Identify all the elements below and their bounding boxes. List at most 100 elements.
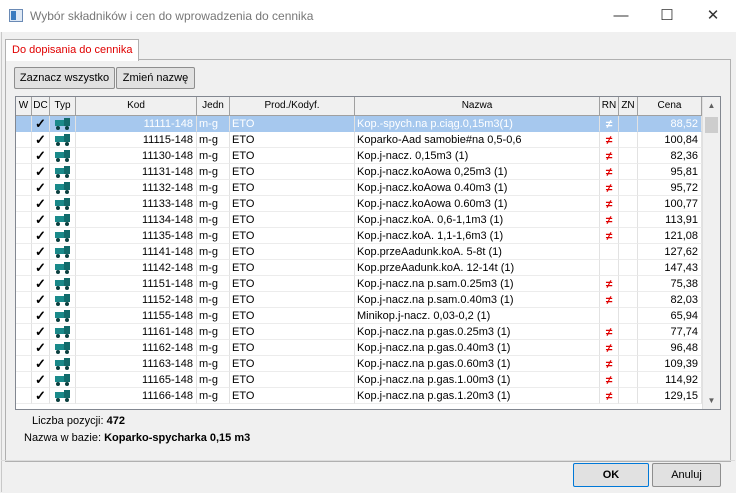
table-row[interactable]: ✓ 11111-148 m-g ETO Kop.-spych.na p.ciąg.0,1… — [16, 116, 702, 132]
cell-name: Kop.j-nacz. 0,15m3 (1) — [355, 148, 600, 164]
scroll-up-icon[interactable]: ▲ — [703, 97, 720, 114]
cell-unit: m-g — [197, 196, 230, 212]
col-header-kod[interactable]: Kod — [76, 97, 197, 115]
check-icon[interactable]: ✓ — [32, 244, 50, 260]
check-icon[interactable]: ✓ — [32, 180, 50, 196]
table-row[interactable]: ✓ 11166-148 m-g ETO Kop.j-nacz.na p.gas.1.20… — [16, 388, 702, 404]
cell-price: 121,08 — [638, 228, 702, 244]
table-row[interactable]: ✓ 11142-148 m-g ETO Kop.przeAadunk.koA. 12-1… — [16, 260, 702, 276]
check-icon[interactable]: ✓ — [32, 356, 50, 372]
table-row[interactable]: ✓ 11134-148 m-g ETO Kop.j-nacz.koA. 0,6-1,1m… — [16, 212, 702, 228]
scroll-thumb[interactable] — [705, 117, 718, 133]
col-header-prod[interactable]: Prod./Kodyf. — [230, 97, 355, 115]
maximize-button[interactable]: ☐ — [644, 0, 690, 32]
truck-icon — [50, 388, 76, 404]
table-row[interactable]: ✓ 11161-148 m-g ETO Kop.j-nacz.na p.gas.0.25… — [16, 324, 702, 340]
cell-w — [16, 244, 32, 260]
cell-code: 11135-148 — [76, 228, 197, 244]
check-icon[interactable]: ✓ — [32, 228, 50, 244]
vertical-scrollbar[interactable]: ▲ ▼ — [702, 97, 720, 409]
cell-w — [16, 356, 32, 372]
select-all-button[interactable]: Zaznacz wszystko — [14, 67, 115, 89]
scroll-down-icon[interactable]: ▼ — [703, 392, 720, 409]
truck-icon — [50, 164, 76, 180]
cell-rn — [600, 244, 619, 260]
cell-zn — [619, 180, 638, 196]
check-icon[interactable]: ✓ — [32, 372, 50, 388]
col-header-w[interactable]: W — [16, 97, 32, 115]
cancel-button[interactable]: Anuluj — [652, 463, 721, 487]
minimize-button[interactable]: — — [598, 0, 644, 32]
cell-price: 114,92 — [638, 372, 702, 388]
table-row[interactable]: ✓ 11151-148 m-g ETO Kop.j-nacz.na p.sam.0.25… — [16, 276, 702, 292]
cell-prod: ETO — [230, 244, 355, 260]
table-row[interactable]: ✓ 11141-148 m-g ETO Kop.przeAadunk.koA. 5-8t… — [16, 244, 702, 260]
cell-prod: ETO — [230, 292, 355, 308]
truck-icon — [50, 324, 76, 340]
table-row[interactable]: ✓ 11133-148 m-g ETO Kop.j-nacz.koAowa 0.60m3… — [16, 196, 702, 212]
cell-prod: ETO — [230, 372, 355, 388]
check-icon[interactable]: ✓ — [32, 388, 50, 404]
table-row[interactable]: ✓ 11135-148 m-g ETO Kop.j-nacz.koA. 1,1-1,6m… — [16, 228, 702, 244]
window-title: Wybór składników i cen do wprowadzenia d… — [30, 9, 314, 23]
check-icon[interactable]: ✓ — [32, 148, 50, 164]
cell-unit: m-g — [197, 228, 230, 244]
cell-unit: m-g — [197, 148, 230, 164]
table-row[interactable]: ✓ 11130-148 m-g ETO Kop.j-nacz. 0,15m3 (1) ≠ 8… — [16, 148, 702, 164]
table-row[interactable]: ✓ 11163-148 m-g ETO Kop.j-nacz.na p.gas.0.60… — [16, 356, 702, 372]
check-icon[interactable]: ✓ — [32, 164, 50, 180]
col-header-rn[interactable]: RN — [600, 97, 619, 115]
table-row[interactable]: ✓ 11165-148 m-g ETO Kop.j-nacz.na p.gas.1.00… — [16, 372, 702, 388]
col-header-typ[interactable]: Typ — [50, 97, 76, 115]
check-icon[interactable]: ✓ — [32, 212, 50, 228]
cell-w — [16, 292, 32, 308]
check-icon[interactable]: ✓ — [32, 308, 50, 324]
check-icon[interactable]: ✓ — [32, 132, 50, 148]
check-icon[interactable]: ✓ — [32, 276, 50, 292]
check-icon[interactable]: ✓ — [32, 324, 50, 340]
cell-unit: m-g — [197, 340, 230, 356]
ok-button[interactable]: OK — [573, 463, 649, 487]
cell-w — [16, 340, 32, 356]
check-icon[interactable]: ✓ — [32, 340, 50, 356]
cell-rn: ≠ — [600, 196, 619, 212]
check-icon[interactable]: ✓ — [32, 260, 50, 276]
cell-price: 100,77 — [638, 196, 702, 212]
col-header-zn[interactable]: ZN — [619, 97, 638, 115]
table-row[interactable]: ✓ 11131-148 m-g ETO Kop.j-nacz.koAowa 0,25m3… — [16, 164, 702, 180]
items-grid[interactable]: W DC Typ Kod Jedn Prod./Kodyf. Nazwa RN … — [15, 96, 721, 410]
cell-code: 11152-148 — [76, 292, 197, 308]
truck-icon — [50, 228, 76, 244]
cell-price: 82,36 — [638, 148, 702, 164]
name-value: Koparko-spycharka 0,15 m3 — [104, 432, 251, 444]
close-button[interactable]: ✕ — [690, 0, 736, 32]
check-icon[interactable]: ✓ — [32, 196, 50, 212]
table-row[interactable]: ✓ 11162-148 m-g ETO Kop.j-nacz.na p.gas.0.40… — [16, 340, 702, 356]
col-header-jedn[interactable]: Jedn — [197, 97, 230, 115]
cell-code: 11132-148 — [76, 180, 197, 196]
cell-code: 11162-148 — [76, 340, 197, 356]
cell-zn — [619, 340, 638, 356]
table-row[interactable]: ✓ 11115-148 m-g ETO Koparko-Aad samobie#na 0… — [16, 132, 702, 148]
check-icon[interactable]: ✓ — [32, 116, 50, 132]
cell-prod: ETO — [230, 260, 355, 276]
check-icon[interactable]: ✓ — [32, 292, 50, 308]
table-row[interactable]: ✓ 11132-148 m-g ETO Kop.j-nacz.koAowa 0.40m3… — [16, 180, 702, 196]
cell-prod: ETO — [230, 228, 355, 244]
cell-zn — [619, 196, 638, 212]
cell-code: 11141-148 — [76, 244, 197, 260]
cell-rn: ≠ — [600, 276, 619, 292]
cell-unit: m-g — [197, 260, 230, 276]
cell-zn — [619, 292, 638, 308]
table-row[interactable]: ✓ 11152-148 m-g ETO Kop.j-nacz.na p.sam.0.40… — [16, 292, 702, 308]
cell-zn — [619, 356, 638, 372]
rename-button[interactable]: Zmień nazwę — [116, 67, 195, 89]
col-header-nazwa[interactable]: Nazwa — [355, 97, 600, 115]
col-header-dc[interactable]: DC — [32, 97, 50, 115]
col-header-cena[interactable]: Cena — [638, 97, 702, 115]
table-row[interactable]: ✓ 11155-148 m-g ETO Minikop.j-nacz. 0,03-0,2… — [16, 308, 702, 324]
cell-name: Kop.j-nacz.na p.gas.0.40m3 (1) — [355, 340, 600, 356]
tab-do-dopisania[interactable]: Do dopisania do cennika — [5, 39, 140, 61]
cell-name: Koparko-Aad samobie#na 0,5-0,6 — [355, 132, 600, 148]
truck-icon — [50, 196, 76, 212]
